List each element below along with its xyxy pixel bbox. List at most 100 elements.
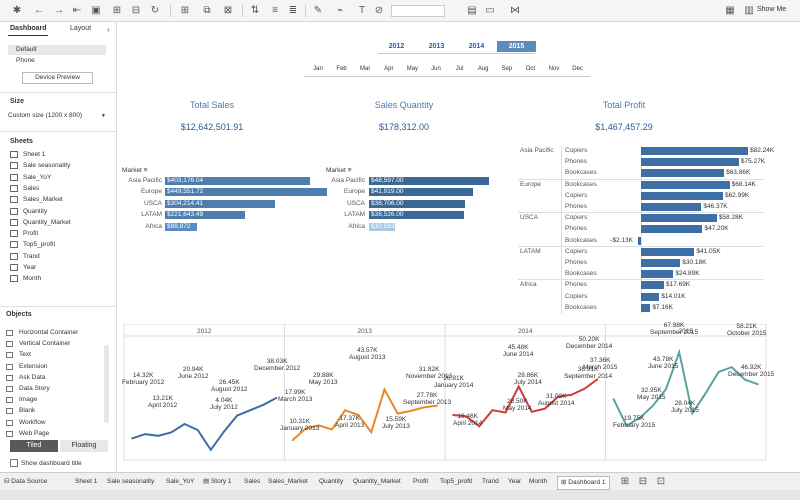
- month-filter-item[interactable]: Jan: [306, 66, 330, 72]
- new-dashboard-icon[interactable]: ⊟: [636, 475, 650, 489]
- floating-button[interactable]: Floating: [60, 440, 108, 452]
- month-filter-item[interactable]: Mar: [353, 66, 377, 72]
- replay-icon[interactable]: ⇤: [70, 4, 84, 18]
- sheet-item[interactable]: Profit: [10, 228, 38, 239]
- sort-icon[interactable]: ≡: [144, 167, 148, 174]
- redo-icon[interactable]: →: [52, 4, 66, 18]
- object-item[interactable]: Horizontal Container: [6, 327, 78, 338]
- sheet-tab[interactable]: Sale_YoY: [166, 476, 194, 488]
- sort-desc-icon[interactable]: ≣: [286, 4, 300, 18]
- sheet-item[interactable]: Sales_Market: [10, 194, 63, 205]
- sheet-item[interactable]: Quantity: [10, 206, 47, 217]
- month-filter-item[interactable]: Oct: [518, 66, 542, 72]
- profit-bar[interactable]: [641, 147, 748, 155]
- tab-layout[interactable]: Layout: [70, 25, 91, 32]
- sheet-tab[interactable]: Sales_Market: [268, 476, 308, 488]
- profit-bar[interactable]: [641, 214, 717, 223]
- profit-bar[interactable]: [641, 158, 739, 167]
- tab-dashboard[interactable]: Dashboard: [10, 25, 47, 32]
- refresh-icon[interactable]: ↻: [148, 4, 162, 18]
- market-bar[interactable]: $38,526.00: [369, 211, 465, 220]
- profit-bar[interactable]: [638, 236, 641, 245]
- device-phone[interactable]: Phone: [8, 56, 106, 66]
- month-filter-item[interactable]: Apr: [377, 66, 401, 72]
- highlight-icon[interactable]: ✎: [311, 4, 325, 18]
- sheet-item[interactable]: Sheet 1: [10, 149, 45, 160]
- sheet-item[interactable]: Sales: [10, 183, 39, 194]
- save-icon[interactable]: ▣: [89, 4, 103, 18]
- show-me-icon[interactable]: ▦: [723, 4, 737, 18]
- object-item[interactable]: Blank: [6, 405, 35, 416]
- profit-bar[interactable]: [641, 281, 665, 290]
- swap-icon[interactable]: ⇅: [248, 4, 262, 18]
- fix-axes-icon[interactable]: ⊘: [372, 4, 386, 18]
- object-item[interactable]: Text: [6, 349, 31, 360]
- new-worksheet-icon[interactable]: ⊞: [618, 475, 632, 489]
- sheet-tab[interactable]: Profit: [413, 476, 428, 488]
- market-bar[interactable]: $88,872: [165, 222, 198, 231]
- sheet-tab[interactable]: Sales: [244, 476, 260, 488]
- new-sheet-icon[interactable]: ⊞: [178, 4, 192, 18]
- month-filter-item[interactable]: May: [400, 66, 424, 72]
- sheet-tab[interactable]: ▤ Story 1: [203, 476, 232, 488]
- show-title-checkbox[interactable]: Show dashboard title: [10, 459, 82, 468]
- sheet-item[interactable]: Sale_YoY: [10, 172, 51, 183]
- market-bar[interactable]: $304,214.41: [165, 199, 275, 208]
- profit-bar[interactable]: [641, 203, 702, 211]
- show-cards-icon[interactable]: ▤: [465, 4, 479, 18]
- collapse-pane-icon[interactable]: ‹: [107, 25, 110, 34]
- checkbox-box[interactable]: [10, 459, 18, 467]
- show-me-button[interactable]: Show Me: [757, 6, 786, 13]
- share-icon[interactable]: ⋈: [508, 4, 522, 18]
- tiled-button[interactable]: Tiled: [10, 440, 58, 452]
- fit-dropdown[interactable]: [391, 5, 445, 17]
- sheet-tab[interactable]: Quantity_Market: [353, 476, 401, 488]
- undo-icon[interactable]: ←: [32, 4, 46, 18]
- tableau-logo-icon[interactable]: ✱: [10, 4, 24, 18]
- device-default[interactable]: Default: [8, 45, 106, 55]
- sort-icon[interactable]: ≡: [348, 167, 352, 174]
- month-filter-item[interactable]: Jun: [424, 66, 448, 72]
- sheet-item[interactable]: Quantity_Market: [10, 217, 71, 228]
- profit-bar[interactable]: [641, 169, 725, 178]
- object-item[interactable]: Data Story: [6, 383, 50, 394]
- clear-icon[interactable]: ⊠: [221, 4, 235, 18]
- month-filter-item[interactable]: Nov: [542, 66, 566, 72]
- object-item[interactable]: Ask Data: [6, 372, 45, 383]
- month-filter-item[interactable]: Jul: [448, 66, 472, 72]
- market-bar[interactable]: $48,597.00: [369, 177, 489, 185]
- year-filter-2012[interactable]: 2012: [377, 41, 416, 52]
- sheet-item[interactable]: Top5_profit: [10, 239, 55, 250]
- sheet-tab[interactable]: Top5_profit: [440, 476, 472, 488]
- market-bar[interactable]: $403,176.04: [165, 177, 311, 185]
- sheet-tab[interactable]: Month: [529, 476, 547, 488]
- presentation-icon[interactable]: ▭: [483, 4, 497, 18]
- profit-bar[interactable]: [641, 191, 723, 200]
- sort-asc-icon[interactable]: ≡: [268, 4, 282, 18]
- sheet-item[interactable]: Month: [10, 273, 41, 284]
- profit-bar[interactable]: [641, 247, 695, 256]
- sheet-item[interactable]: Year: [10, 262, 36, 273]
- show-me-chart-icon[interactable]: ▥: [742, 4, 756, 18]
- profit-bar[interactable]: [641, 180, 730, 189]
- pause-update-icon[interactable]: ⊟: [129, 4, 143, 18]
- market-bar[interactable]: $221,643.49: [165, 211, 245, 220]
- new-story-icon[interactable]: ⊡: [654, 475, 668, 489]
- sheet-tab[interactable]: ⊞ Dashboard 1: [557, 476, 610, 490]
- market-bar[interactable]: $38,706.00: [369, 199, 465, 208]
- sheet-item[interactable]: Sale seasonality: [10, 160, 70, 171]
- device-preview-button[interactable]: Device Preview: [22, 72, 93, 84]
- profit-bar[interactable]: [641, 292, 660, 301]
- sheet-tab[interactable]: Sheet 1: [75, 476, 97, 488]
- new-datasource-icon[interactable]: ⊞: [110, 4, 124, 18]
- month-filter-item[interactable]: Sep: [495, 66, 519, 72]
- duplicate-icon[interactable]: ⧉: [200, 4, 214, 18]
- profit-bar[interactable]: [641, 303, 651, 312]
- group-icon[interactable]: ⌁: [333, 4, 347, 18]
- object-item[interactable]: Vertical Container: [6, 338, 70, 349]
- sheet-tab[interactable]: ⛁ Data Source: [4, 476, 47, 488]
- sheet-tab[interactable]: Quantity: [319, 476, 343, 488]
- profit-bar[interactable]: [641, 270, 674, 279]
- sheet-tab[interactable]: Trand: [482, 476, 499, 488]
- market-bar[interactable]: $41,919.00: [369, 188, 473, 197]
